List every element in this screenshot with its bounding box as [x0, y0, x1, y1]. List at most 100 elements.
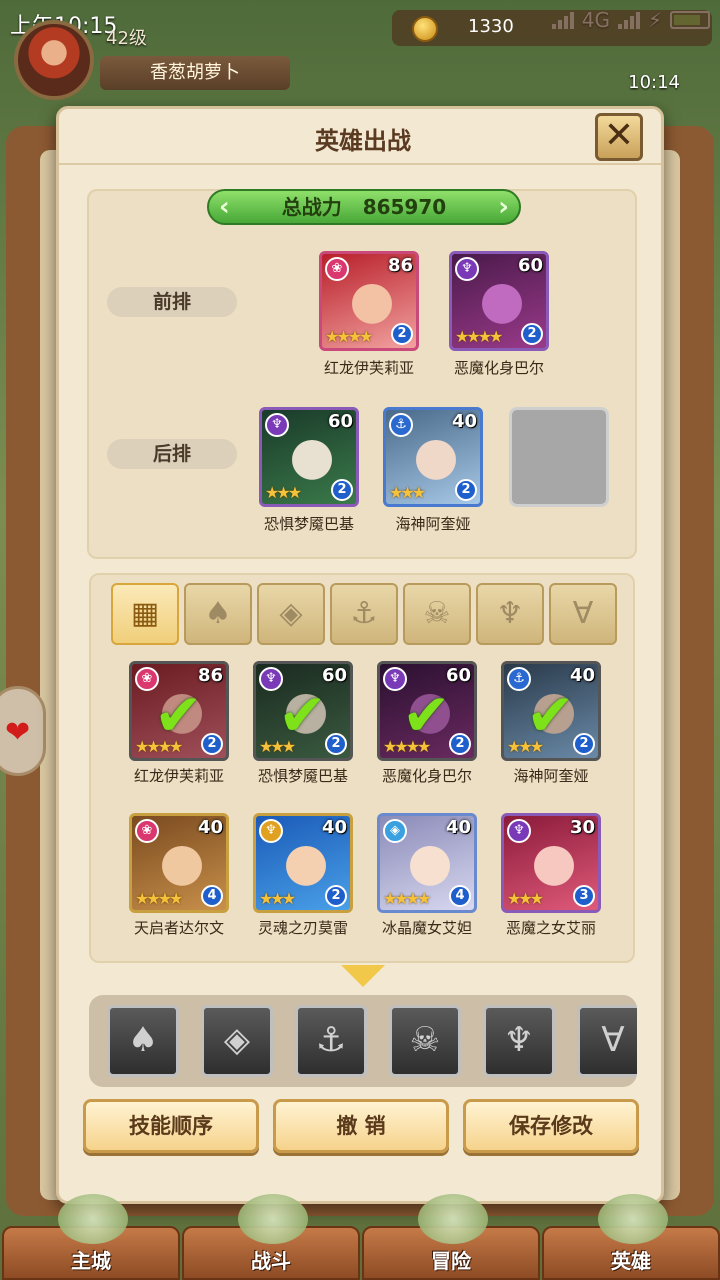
- faction-button[interactable]: ⚓: [295, 1005, 367, 1077]
- nav-tab-battle[interactable]: 战斗: [182, 1194, 360, 1280]
- hero-card[interactable]: ♆ 60 ★★★ 2: [259, 407, 359, 507]
- title-divider: [59, 163, 661, 165]
- filter-tab[interactable]: ∀: [549, 583, 617, 645]
- expand-arrow-icon[interactable]: [341, 965, 385, 987]
- power-value: 865970: [362, 195, 447, 219]
- total-power-bar: ‹ 总战力 865970 ›: [207, 189, 521, 225]
- filter-tab[interactable]: ♠: [184, 583, 252, 645]
- filter-tab[interactable]: ♆: [476, 583, 544, 645]
- faction-button[interactable]: ∀: [577, 1005, 637, 1077]
- filter-tab[interactable]: ▦: [111, 583, 179, 645]
- rank-badge: 4: [201, 885, 223, 907]
- faction-bar: ♠ ◈ ⚓ ☠ ♆ ∀: [89, 995, 637, 1087]
- check-icon: ✔: [154, 681, 203, 749]
- hero-level: 30: [569, 817, 595, 838]
- star-rating: ★★★★: [383, 889, 431, 908]
- close-button[interactable]: ✕: [595, 113, 643, 161]
- faction-button[interactable]: ♠: [107, 1005, 179, 1077]
- rank-badge: 2: [391, 323, 413, 345]
- element-icon: ♆: [265, 413, 289, 437]
- hero-name: 恐惧梦魇巴基: [263, 515, 354, 533]
- hero-card[interactable]: ❀ 40 ★★★★ 4: [129, 813, 229, 913]
- hero-name: 海神阿奎娅: [395, 515, 471, 533]
- element-icon: ♆: [455, 257, 479, 281]
- filter-tab[interactable]: ☠: [403, 583, 471, 645]
- next-arrow-icon[interactable]: ›: [498, 193, 509, 221]
- skill-order-button[interactable]: 技能顺序: [83, 1099, 259, 1153]
- hero-name: 灵魂之刃莫雷: [257, 919, 348, 937]
- hero-portrait: [284, 846, 328, 890]
- dialog-title: 英雄出战: [315, 127, 411, 155]
- game-clock: 10:14: [628, 72, 680, 93]
- nav-label: 英雄: [611, 1249, 651, 1273]
- hero-portrait: [480, 284, 524, 328]
- gold-bar[interactable]: 1330: [392, 10, 712, 46]
- hero-portrait: [350, 284, 394, 328]
- player-level: 42级: [106, 28, 147, 49]
- nav-tab-adventure[interactable]: 冒险: [362, 1194, 540, 1280]
- prev-arrow-icon[interactable]: ‹: [219, 193, 230, 221]
- hero-level: 86: [387, 255, 413, 276]
- element-icon: ♆: [259, 819, 283, 843]
- hero-portrait: [532, 846, 576, 890]
- hero-card[interactable]: ♆ 30 ★★★ 3: [501, 813, 601, 913]
- element-icon: ⚓: [389, 413, 413, 437]
- hero-card[interactable]: ♆ 40 ★★★ 2: [253, 813, 353, 913]
- hero-level: 40: [197, 817, 223, 838]
- front-row-label: 前排: [107, 287, 237, 317]
- rank-badge: 2: [573, 733, 595, 755]
- hero-portrait: [290, 440, 334, 484]
- hero-card[interactable]: ❀ 86 ★★★★ 2 ✔: [129, 661, 229, 761]
- element-icon: ◈: [383, 819, 407, 843]
- hero-card[interactable]: ◈ 40 ★★★★ 4: [377, 813, 477, 913]
- nav-label: 冒险: [431, 1249, 471, 1273]
- filter-tab[interactable]: ⚓: [330, 583, 398, 645]
- nav-tab-heroes[interactable]: 英雄: [542, 1194, 720, 1280]
- bottom-nav: 主城 战斗 冒险 英雄: [0, 1194, 720, 1280]
- hero-card[interactable]: ⚓ 40 ★★★ 2 ✔: [501, 661, 601, 761]
- rank-badge: 2: [325, 733, 347, 755]
- hero-name: 恶魔化身巴尔: [453, 359, 544, 377]
- undo-button[interactable]: 撤 销: [273, 1099, 449, 1153]
- hero-card[interactable]: ♆ 60 ★★★★ 2 ✔: [377, 661, 477, 761]
- rank-badge: 2: [449, 733, 471, 755]
- side-tab-icon: ❤: [5, 715, 31, 750]
- save-changes-button[interactable]: 保存修改: [463, 1099, 639, 1153]
- nav-tab-main-city[interactable]: 主城: [2, 1194, 180, 1280]
- hero-name: 冰晶魔女艾妲: [381, 919, 472, 937]
- rank-badge: 2: [455, 479, 477, 501]
- hero-name: 天启者达尔文: [133, 919, 224, 937]
- hero-card[interactable]: ♆ 60 ★★★ 2 ✔: [253, 661, 353, 761]
- filter-tab[interactable]: ◈: [257, 583, 325, 645]
- element-icon: ❀: [325, 257, 349, 281]
- star-rating: ★★★★: [325, 327, 373, 346]
- check-icon: ✔: [526, 681, 575, 749]
- gold-coin-icon: [412, 16, 438, 42]
- hero-level: 40: [451, 411, 477, 432]
- hero-name: 红龙伊芙莉亚: [133, 767, 224, 785]
- side-tab-button[interactable]: ❤: [0, 686, 46, 776]
- faction-button[interactable]: ◈: [201, 1005, 273, 1077]
- star-rating: ★★★★: [135, 889, 183, 908]
- formation-panel: ‹ 总战力 865970 › 前排 后排 ❀ 86 ★★★★ 2 红龙伊芙莉亚 ♆ 60 ★★…: [87, 189, 637, 559]
- hero-name: 海神阿奎娅: [513, 767, 589, 785]
- nav-label: 主城: [71, 1249, 111, 1273]
- faction-button[interactable]: ♆: [483, 1005, 555, 1077]
- map-icon: [418, 1194, 488, 1244]
- check-icon: ✔: [402, 681, 451, 749]
- player-name: 香葱胡萝卜: [100, 56, 290, 90]
- empty-hero-slot[interactable]: [509, 407, 609, 507]
- rank-badge: 3: [573, 885, 595, 907]
- hero-card[interactable]: ⚓ 40 ★★★ 2: [383, 407, 483, 507]
- hero-name: 恶魔化身巴尔: [381, 767, 472, 785]
- hero-card[interactable]: ❀ 86 ★★★★ 2: [319, 251, 419, 351]
- hero-level: 60: [517, 255, 543, 276]
- faction-button[interactable]: ☠: [389, 1005, 461, 1077]
- hero-level: 60: [327, 411, 353, 432]
- element-icon: ❀: [135, 819, 159, 843]
- hero-emblem-icon: [598, 1194, 668, 1244]
- hero-portrait: [414, 440, 458, 484]
- avatar[interactable]: [14, 20, 94, 100]
- hero-name: 恐惧梦魇巴基: [257, 767, 348, 785]
- hero-card[interactable]: ♆ 60 ★★★★ 2: [449, 251, 549, 351]
